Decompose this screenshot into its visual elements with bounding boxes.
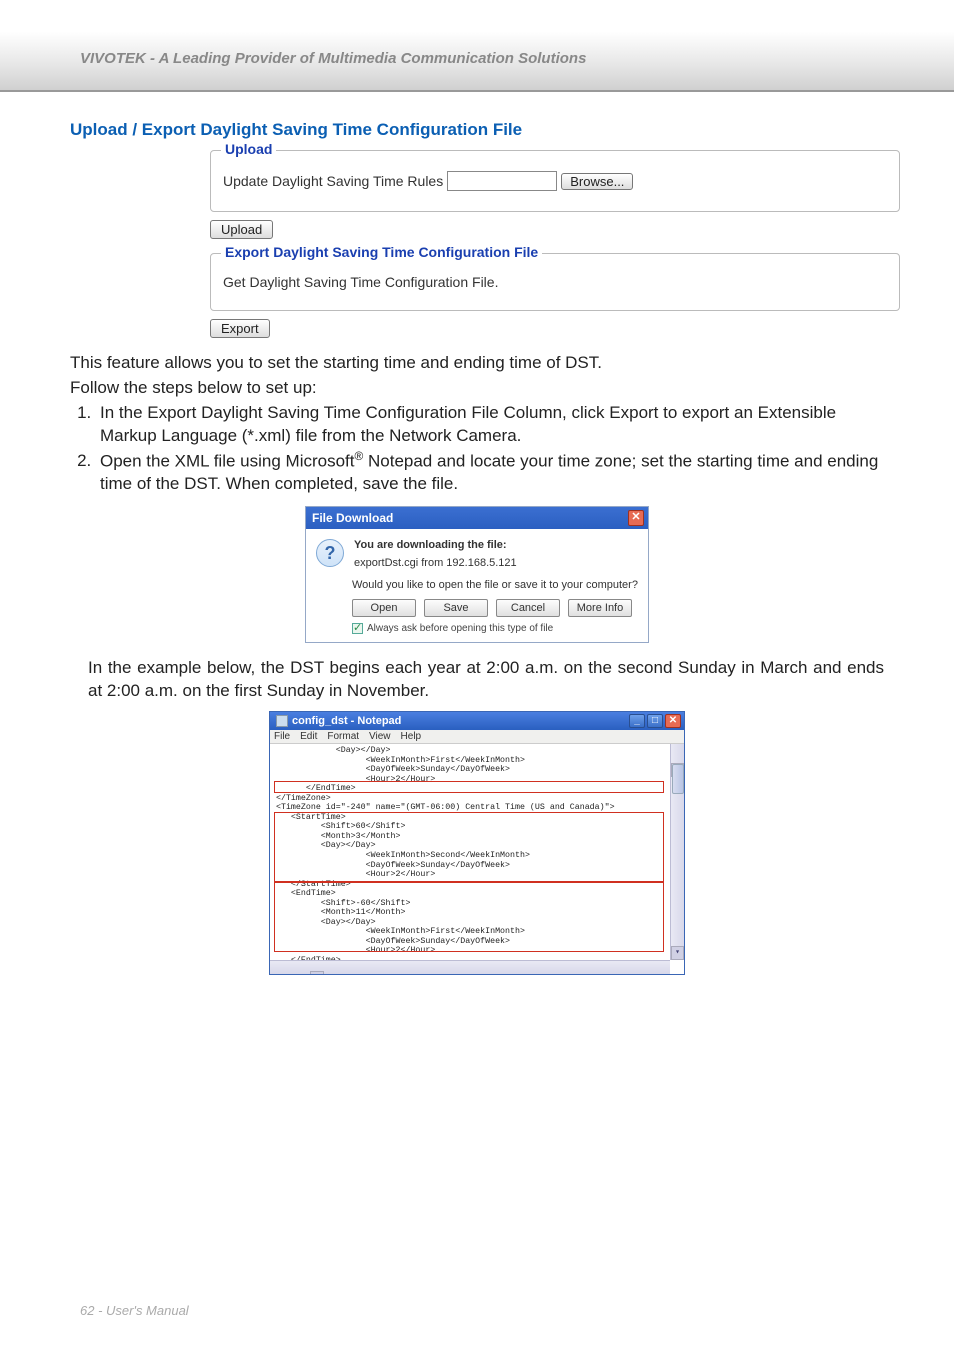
- step-1: In the Export Daylight Saving Time Confi…: [96, 402, 884, 448]
- file-download-dialog: File Download ✕ ? You are downloading th…: [305, 506, 649, 643]
- menu-edit[interactable]: Edit: [300, 731, 317, 742]
- scroll-thumb[interactable]: [672, 764, 684, 794]
- upload-button[interactable]: Upload: [210, 220, 273, 239]
- dialog-title: File Download: [312, 511, 393, 525]
- dialog-titlebar: File Download ✕: [306, 507, 648, 529]
- close-icon[interactable]: ✕: [665, 714, 681, 728]
- dialog-buttons: Open Save Cancel More Info: [352, 599, 638, 617]
- dialog-checkbox-row: Always ask before opening this type of f…: [352, 623, 638, 634]
- browse-button[interactable]: Browse...: [561, 173, 633, 190]
- upload-file-input[interactable]: [447, 171, 557, 191]
- notepad-title: config_dst - Notepad: [292, 715, 401, 727]
- section-title: Upload / Export Daylight Saving Time Con…: [70, 120, 884, 140]
- notepad-titlebar: config_dst - Notepad _ □ ✕: [270, 712, 684, 730]
- page-header: VIVOTEK - A Leading Provider of Multimed…: [0, 0, 954, 92]
- export-legend: Export Daylight Saving Time Configuratio…: [221, 244, 542, 260]
- dialog-body: ? You are downloading the file: exportDs…: [306, 529, 648, 642]
- upload-label: Update Daylight Saving Time Rules: [223, 173, 443, 189]
- steps-list: In the Export Daylight Saving Time Confi…: [70, 402, 884, 496]
- vertical-scrollbar[interactable]: ▴ ▾: [670, 744, 684, 960]
- horizontal-scrollbar[interactable]: ◂ ▸: [270, 960, 670, 974]
- upload-row: Update Daylight Saving Time Rules Browse…: [223, 165, 887, 197]
- dialog-close-icon[interactable]: ✕: [628, 510, 644, 526]
- menu-file[interactable]: File: [274, 731, 290, 742]
- scroll-left-icon[interactable]: ◂: [310, 971, 324, 974]
- notepad-window: config_dst - Notepad _ □ ✕ File Edit For…: [269, 711, 685, 975]
- question-icon: ?: [316, 539, 344, 567]
- ui-screenshot-block: Upload Update Daylight Saving Time Rules…: [210, 150, 900, 338]
- dialog-checkbox-label: Always ask before opening this type of f…: [367, 623, 553, 634]
- notepad-menu: File Edit Format View Help: [270, 730, 684, 744]
- dialog-open-button[interactable]: Open: [352, 599, 416, 617]
- menu-format[interactable]: Format: [327, 731, 359, 742]
- step-2: Open the XML file using Microsoft® Notep…: [96, 448, 884, 497]
- dialog-question: Would you like to open the file or save …: [352, 579, 638, 591]
- brand-text: VIVOTEK - A Leading Provider of Multimed…: [80, 50, 586, 67]
- menu-help[interactable]: Help: [401, 731, 422, 742]
- upload-legend: Upload: [221, 141, 276, 157]
- dialog-checkbox[interactable]: [352, 623, 363, 634]
- export-fieldset: Export Daylight Saving Time Configuratio…: [210, 253, 900, 311]
- dialog-save-button[interactable]: Save: [424, 599, 488, 617]
- intro-text-2: Follow the steps below to set up:: [70, 377, 884, 400]
- page-footer: 62 - User's Manual: [0, 1303, 954, 1318]
- footer-text: 62 - User's Manual: [80, 1303, 189, 1318]
- export-button[interactable]: Export: [210, 319, 270, 338]
- dialog-moreinfo-button[interactable]: More Info: [568, 599, 632, 617]
- example-text: In the example below, the DST begins eac…: [70, 657, 884, 703]
- intro-text-1: This feature allows you to set the start…: [70, 352, 884, 375]
- dialog-line1: You are downloading the file:: [354, 539, 517, 551]
- notepad-icon: [276, 715, 288, 727]
- menu-view[interactable]: View: [369, 731, 391, 742]
- minimize-icon[interactable]: _: [629, 714, 645, 728]
- page-content: Upload / Export Daylight Saving Time Con…: [0, 92, 954, 975]
- maximize-icon[interactable]: □: [647, 714, 663, 728]
- dialog-line2: exportDst.cgi from 192.168.5.121: [354, 557, 517, 569]
- notepad-text-area[interactable]: <Day></Day> <WeekInMonth>First</WeekInMo…: [270, 744, 684, 974]
- upload-fieldset: Upload Update Daylight Saving Time Rules…: [210, 150, 900, 212]
- scroll-down-icon[interactable]: ▾: [671, 946, 684, 960]
- export-label: Get Daylight Saving Time Configuration F…: [223, 274, 498, 290]
- export-row: Get Daylight Saving Time Configuration F…: [223, 268, 887, 296]
- dialog-cancel-button[interactable]: Cancel: [496, 599, 560, 617]
